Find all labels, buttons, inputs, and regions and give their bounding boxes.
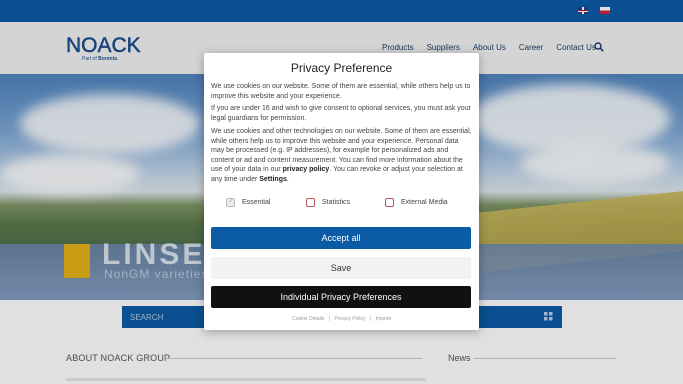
checkbox-icon xyxy=(226,197,235,207)
privacy-policy-link[interactable]: privacy policy xyxy=(283,166,330,173)
checkbox-icon[interactable] xyxy=(385,198,394,207)
individual-preferences-button[interactable]: Individual Privacy Preferences xyxy=(211,286,471,308)
statistics-checkbox[interactable]: Statistics xyxy=(306,198,350,207)
modal-paragraph-2: If you are under 16 and wish to give con… xyxy=(211,105,471,122)
modal-paragraph-3: We use cookies and other technologies on… xyxy=(211,127,473,185)
checkbox-label: Statistics xyxy=(322,199,351,206)
modal-paragraph-1: We use cookies on our website. Some of t… xyxy=(211,83,471,100)
essential-checkbox: Essential xyxy=(226,197,271,207)
modal-title: Privacy Preference xyxy=(290,61,393,75)
checkbox-icon[interactable] xyxy=(306,198,315,207)
privacy-modal: Privacy Preference We use cookies on our… xyxy=(204,53,479,330)
link-separator: | xyxy=(369,316,372,322)
save-button[interactable]: Save xyxy=(211,257,471,279)
cookie-details-link[interactable]: Cookie Details xyxy=(292,316,324,322)
checkbox-label: Essential xyxy=(242,199,271,206)
checkbox-label: External Media xyxy=(401,199,448,206)
paragraph-text: . xyxy=(286,175,289,183)
imprint-link[interactable]: Imprint xyxy=(376,316,391,322)
consent-checkboxes: Essential Statistics External Media xyxy=(226,197,466,210)
link-separator: | xyxy=(328,316,331,322)
external-media-checkbox[interactable]: External Media xyxy=(385,198,448,207)
accept-all-button[interactable]: Accept all xyxy=(211,227,471,249)
modal-footer-links: Cookie Details | Privacy Policy | Imprin… xyxy=(204,316,479,322)
settings-link[interactable]: Settings xyxy=(259,176,287,183)
privacy-policy-footer-link[interactable]: Privacy Policy xyxy=(334,316,365,322)
